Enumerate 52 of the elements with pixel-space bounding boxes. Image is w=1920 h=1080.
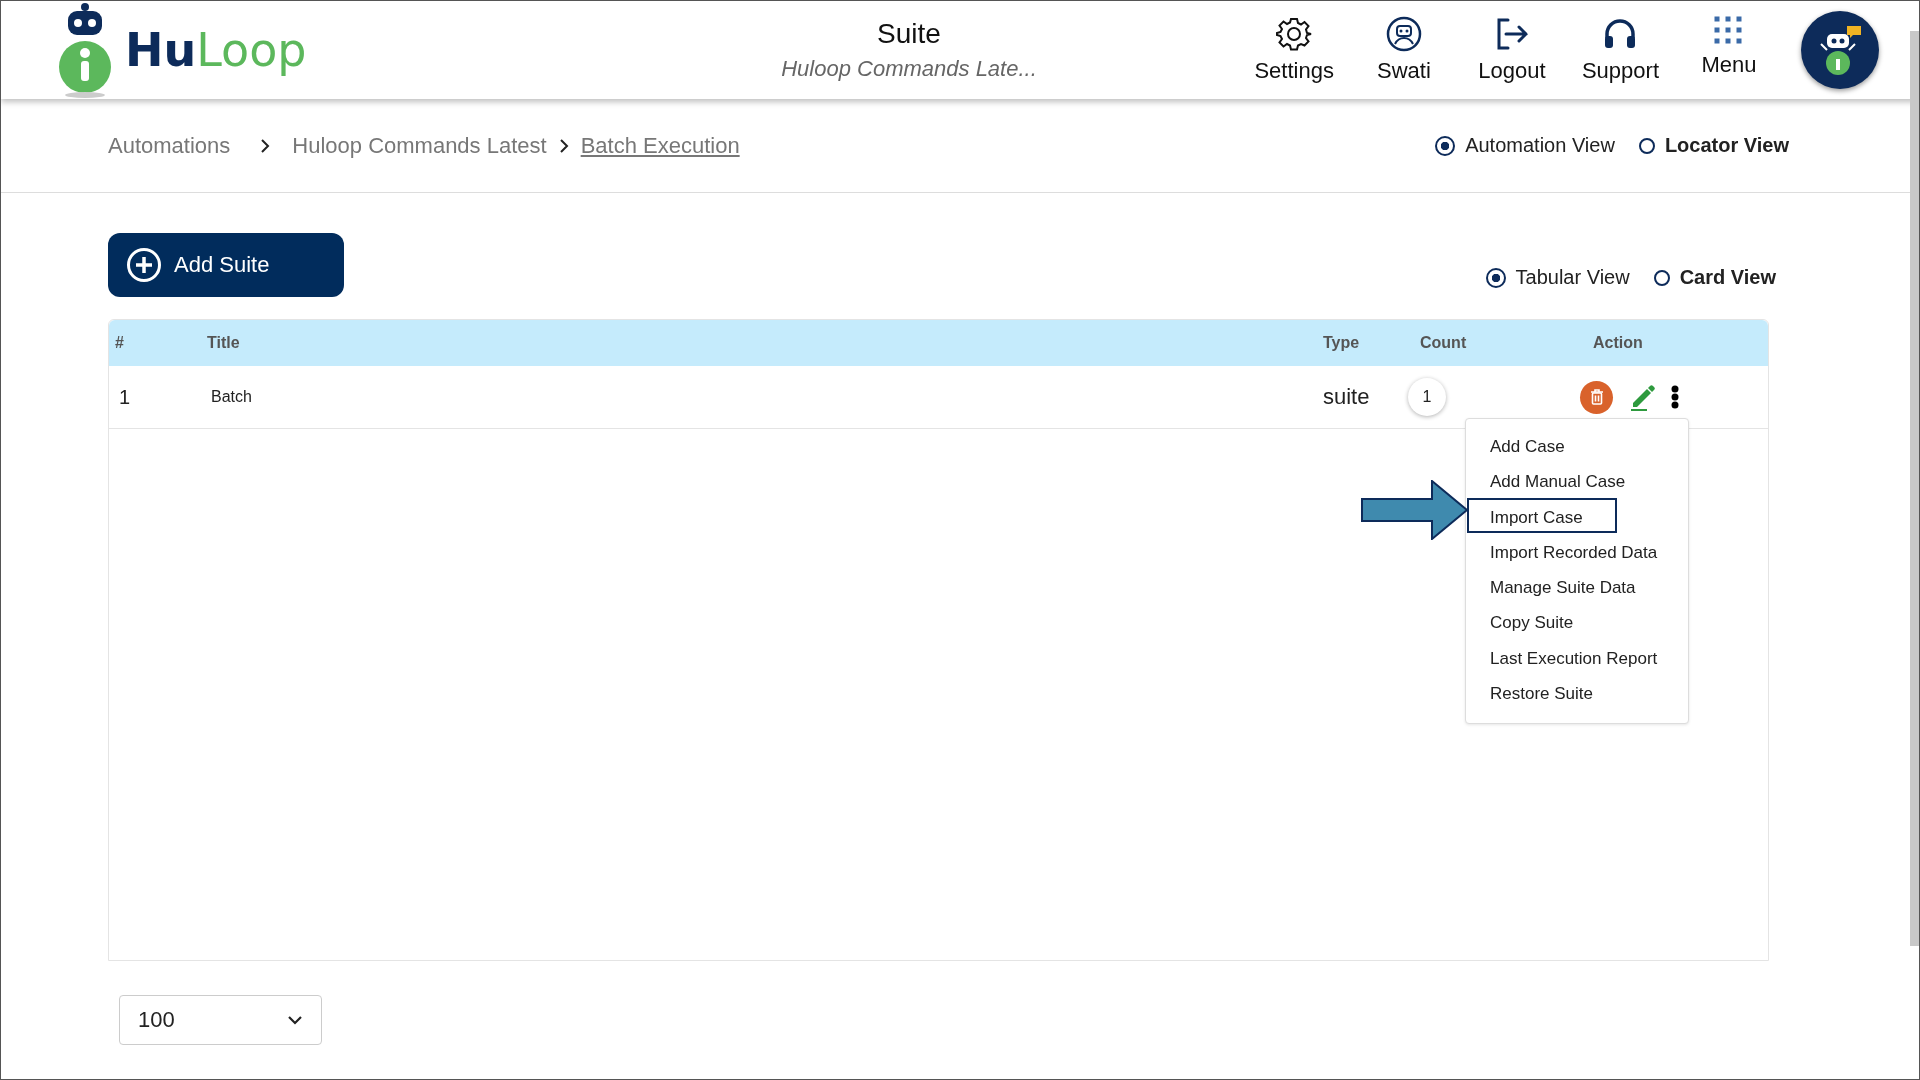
nav-button[interactable]: Logout [1469,16,1554,84]
delete-button[interactable] [1580,380,1613,414]
breadcrumb-link[interactable]: Huloop Commands Latest [292,132,547,159]
menu-item[interactable]: Add Case [1467,427,1599,463]
nav-button[interactable]: Settings [1250,16,1338,84]
display-radio[interactable]: Tabular View [1485,266,1630,289]
breadcrumb-link[interactable]: Batch Execution [580,132,740,159]
plus-circle-icon [126,247,162,283]
chevron-right-icon [260,137,271,154]
table-cell-text: 1 [118,385,132,409]
table-cell-text: suite [1323,384,1371,410]
logo-wordmark: HuLoop [125,23,307,77]
assistant-avatar[interactable] [1801,11,1879,89]
scrollbar[interactable] [1910,31,1919,946]
menu-item[interactable]: Copy Suite [1467,603,1608,639]
menu-item[interactable]: Last Execution Report [1467,638,1692,675]
nav-button[interactable]: Menu [1687,16,1771,84]
column-header: Action [1592,334,1644,352]
view-radio[interactable]: Automation View [1435,134,1615,157]
radio-button[interactable] [1485,267,1506,288]
column-header: Count [1419,334,1468,352]
menu-icon [1714,16,1744,46]
menu-item[interactable]: Manage Suite Data [1467,568,1670,604]
view-radio[interactable]: Locator View [1638,134,1789,157]
pencil-icon[interactable] [1629,383,1655,411]
nav-button[interactable]: Swati [1361,16,1446,84]
radio-button[interactable] [1638,137,1655,154]
breadcrumb-link[interactable]: Automations [108,132,231,159]
menu-item[interactable]: Restore Suite [1467,674,1627,710]
robot-user-icon [1385,16,1422,52]
robot-icon [1817,24,1863,76]
radio-button[interactable] [1435,135,1456,156]
add-suite-button[interactable]: Add Suite [108,233,344,297]
menu-item[interactable]: Import Recorded Data [1467,532,1692,569]
column-header: # [114,334,125,352]
chevron-right-icon [558,137,569,154]
kebab-menu-icon[interactable] [1671,385,1679,409]
column-header: Type [1323,334,1361,352]
page-size-select[interactable]: 100 [119,995,322,1045]
chevron-down-icon [287,1015,303,1025]
table-cell-text: Batch [210,388,253,406]
page-title: Suite [876,18,942,50]
page-subtitle: Huloop Commands Late... [780,56,1038,82]
count-badge: 1 [1408,378,1446,416]
column-header: Title [207,334,241,352]
nav-button[interactable]: Support [1577,16,1663,84]
radio-button[interactable] [1653,269,1670,286]
display-radio[interactable]: Card View [1653,266,1776,289]
trash-icon [1589,389,1604,405]
menu-item[interactable]: Import Case [1467,497,1617,533]
menu-item[interactable]: Add Manual Case [1467,462,1660,498]
settings-icon [1276,16,1313,52]
